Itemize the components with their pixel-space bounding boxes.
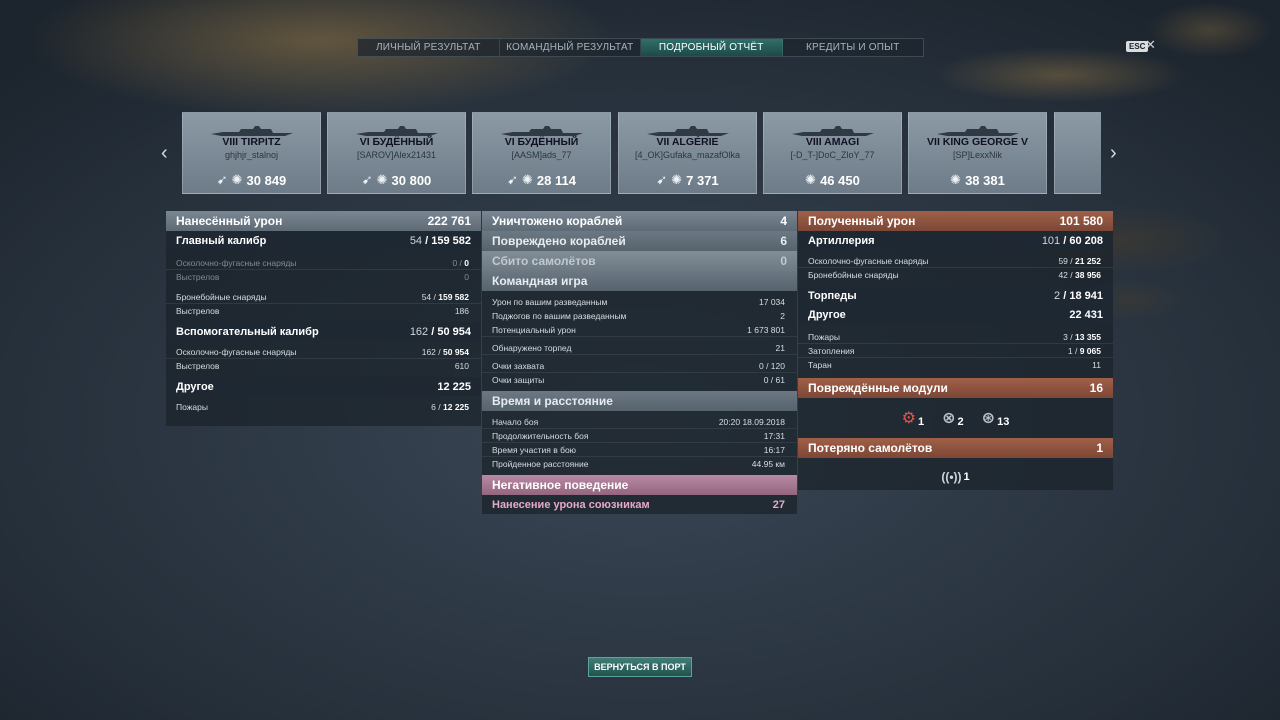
received-fires-row: Пожары 3 / 13 355 xyxy=(798,330,1113,344)
ship-card-partial[interactable] xyxy=(1054,112,1101,194)
damage-value: 30 849 xyxy=(246,172,287,188)
ship-name: VIII TIRPITZ xyxy=(222,136,281,148)
team-damage-row: Нанесение урона союзникам 27 xyxy=(492,498,785,511)
player-name: [4_OK]Gufaka_mazafOlka xyxy=(634,150,741,160)
ship-card[interactable]: VII KING GEORGE V [SP]LexxNik ✺ 38 381 xyxy=(908,112,1047,194)
torpedo-icon: ➹ xyxy=(656,172,668,187)
tab-credits-xp[interactable]: КРЕДИТЫ И ОПЫТ xyxy=(783,39,924,56)
ship-name: VI БУДЁННЫЙ xyxy=(504,136,579,148)
tab-personal-result[interactable]: ЛИЧНЫЙ РЕЗУЛЬТАТ xyxy=(358,39,500,56)
player-name: [-D_T-]DoC_ZloY_77 xyxy=(790,150,875,160)
damage-received-header: Полученный урон 101 580 xyxy=(798,211,1113,231)
received-ap-row: Бронебойные снаряды 42 / 38 956 xyxy=(808,270,1101,280)
damage-value: 46 450 xyxy=(820,172,860,188)
ship-name: VII KING GEORGE V xyxy=(927,136,1028,148)
torpedoes-row: Торпеды 2 / 18 941 xyxy=(798,286,1113,305)
spotted-fires-row: Поджогов по вашим разведанным 2 xyxy=(492,311,785,321)
torpedo-icon: ➹ xyxy=(507,172,518,187)
participation-time-row: Время участия в бою 16:17 xyxy=(482,443,797,457)
damage-value: 7 371 xyxy=(686,172,719,188)
ship-card[interactable]: VIII AMAGI [-D_T-]DoC_ZloY_77 ✺ 46 450 xyxy=(763,112,902,194)
module-item: ⚙ 1 xyxy=(901,410,925,428)
damage-value: 30 800 xyxy=(391,172,432,188)
player-name: [SAROV]Alex21431 xyxy=(356,150,437,160)
damage-burst-icon: ✺ xyxy=(521,172,533,187)
combat-summary-panel: Уничтожено кораблей 4 Повреждено кораблей… xyxy=(482,211,797,514)
ap-shells-row: Бронебойные снаряды 54 / 159 582 xyxy=(166,290,481,304)
damage-value: 28 114 xyxy=(536,172,576,188)
ship-name: VIII AMAGI xyxy=(805,136,860,148)
ship-card[interactable]: VI БУДЁННЫЙ [SAROV]Alex21431 ➹ ✺ 30 800 xyxy=(327,112,466,194)
ships-destroyed-row: Уничтожено кораблей 4 xyxy=(482,211,797,231)
ship-card[interactable]: VII ALGÉRIE [4_OK]Gufaka_mazafOlka ➹ ✺ 7 3… xyxy=(618,112,757,194)
damage-burst-icon: ✺ xyxy=(231,172,243,187)
damaged-modules-list: ⚙ 1 ⊗ 2 ⊛ 13 xyxy=(798,398,1113,438)
tab-team-result[interactable]: КОМАНДНЫЙ РЕЗУЛЬТАТ xyxy=(500,39,641,56)
damaged-ships-carousel: VIII TIRPITZ ghjhjr_stalnoj ➹ ✺ 30 849 VI … xyxy=(182,112,1101,194)
damage-burst-icon: ✺ xyxy=(805,172,817,187)
received-other-row: Другое 22 431 xyxy=(798,305,1113,324)
main-caliber-row: Главный калибр 54 / 159 582 xyxy=(166,231,481,250)
flooding-row: Затопления 1 / 9 065 xyxy=(798,344,1113,358)
report-tabs: ЛИЧНЫЙ РЕЗУЛЬТАТ КОМАНДНЫЙ РЕЗУЛЬТАТ ПОД… xyxy=(357,38,924,57)
ship-card[interactable]: VI БУДЁННЫЙ [AASM]ads_77 ➹ ✺ 28 114 xyxy=(472,112,611,194)
damage-burst-icon: ✺ xyxy=(671,172,683,187)
time-distance-header: Время и расстояние xyxy=(482,391,797,411)
return-to-port-button[interactable]: ВЕРНУТЬСЯ В ПОРТ xyxy=(588,657,692,677)
spotted-damage-row: Урон по вашим разведанным 17 034 xyxy=(492,297,785,307)
player-name: [SP]LexxNik xyxy=(952,150,1003,160)
torpedo-icon: ➹ xyxy=(216,172,228,187)
ram-row: Таран 11 xyxy=(808,360,1101,370)
damage-burst-icon: ✺ xyxy=(950,172,962,187)
damage-dealt-panel: Нанесённый урон 222 761 Главный калибр 54… xyxy=(166,211,481,426)
fires-row: Пожары 6 / 12 225 xyxy=(176,402,469,412)
planes-shot-down-row: Сбито самолётов 0 xyxy=(482,251,797,271)
torpedoes-spotted-row: Обнаружено торпед 21 xyxy=(482,341,797,355)
ap-shots-row: Выстрелов 186 xyxy=(176,306,469,316)
secondary-caliber-row: Вспомогательный калибр 162 / 50 954 xyxy=(166,322,481,341)
secondary-he-row: Осколочно-фугасные снаряды 162 / 50 954 xyxy=(166,345,481,359)
damage-burst-icon: ✺ xyxy=(376,172,388,187)
other-damage-row: Другое 12 225 xyxy=(166,377,481,396)
damage-dealt-header: Нанесённый урон 222 761 xyxy=(166,211,481,231)
tab-detailed-report[interactable]: ПОДРОБНЫЙ ОТЧЁТ xyxy=(641,39,783,56)
he-shells-row: Осколочно-фугасные снаряды 0 / 0 xyxy=(166,256,481,270)
destroyed-aa-icon: ⊛ xyxy=(981,410,996,427)
damaged-modules-header: Повреждённые модули 16 xyxy=(798,378,1113,398)
ship-name: VII ALGÉRIE xyxy=(656,136,719,148)
distance-row: Пройденное расстояние 44.95 км xyxy=(492,459,785,469)
torpedo-icon: ➹ xyxy=(361,172,373,187)
defense-points-row: Очки защиты 0 / 61 xyxy=(492,375,785,385)
capture-points-row: Очки захвата 0 / 120 xyxy=(482,359,797,373)
planes-lost-list: ((•)) 1 xyxy=(941,470,970,484)
close-icon[interactable]: ✕ xyxy=(1145,37,1156,53)
planes-lost-header: Потеряно самолётов 1 xyxy=(798,438,1113,458)
potential-damage-row: Потенциальный урон 1 673 801 xyxy=(482,323,797,337)
ships-damaged-row: Повреждено кораблей 6 xyxy=(482,231,797,251)
team-play-header: Командная игра xyxy=(482,271,797,291)
destroyed-gun-icon: ⊗ xyxy=(942,410,956,427)
artillery-row: Артиллерия 101 / 60 208 xyxy=(798,231,1113,250)
damaged-engine-icon: ⚙ xyxy=(901,410,917,427)
player-name: ghjhjr_stalnoj xyxy=(224,150,279,160)
secondary-shots-row: Выстрелов 610 xyxy=(176,361,469,371)
battle-start-row: Начало боя 20:20 18.09.2018 xyxy=(482,415,797,429)
he-shots-row: Выстрелов 0 xyxy=(176,272,469,282)
negative-behavior-header: Негативное поведение xyxy=(482,475,797,495)
battle-duration-row: Продолжительность боя 17:31 xyxy=(482,429,797,443)
ship-name: VI БУДЁННЫЙ xyxy=(359,136,434,148)
carousel-prev-icon[interactable]: ‹ xyxy=(161,142,168,165)
carousel-next-icon[interactable]: › xyxy=(1110,142,1117,165)
module-item: ⊛ 13 xyxy=(981,410,1010,428)
player-name: [AASM]ads_77 xyxy=(511,150,572,160)
module-item: ⊗ 2 xyxy=(942,410,964,428)
received-he-row: Осколочно-фугасные снаряды 59 / 21 252 xyxy=(798,254,1113,268)
spotter-plane-icon: ((•)) xyxy=(941,470,962,484)
damage-value: 38 381 xyxy=(965,172,1005,188)
damage-received-panel: Полученный урон 101 580 Артиллерия 101 / … xyxy=(798,211,1113,490)
ship-card[interactable]: VIII TIRPITZ ghjhjr_stalnoj ➹ ✺ 30 849 xyxy=(182,112,321,194)
